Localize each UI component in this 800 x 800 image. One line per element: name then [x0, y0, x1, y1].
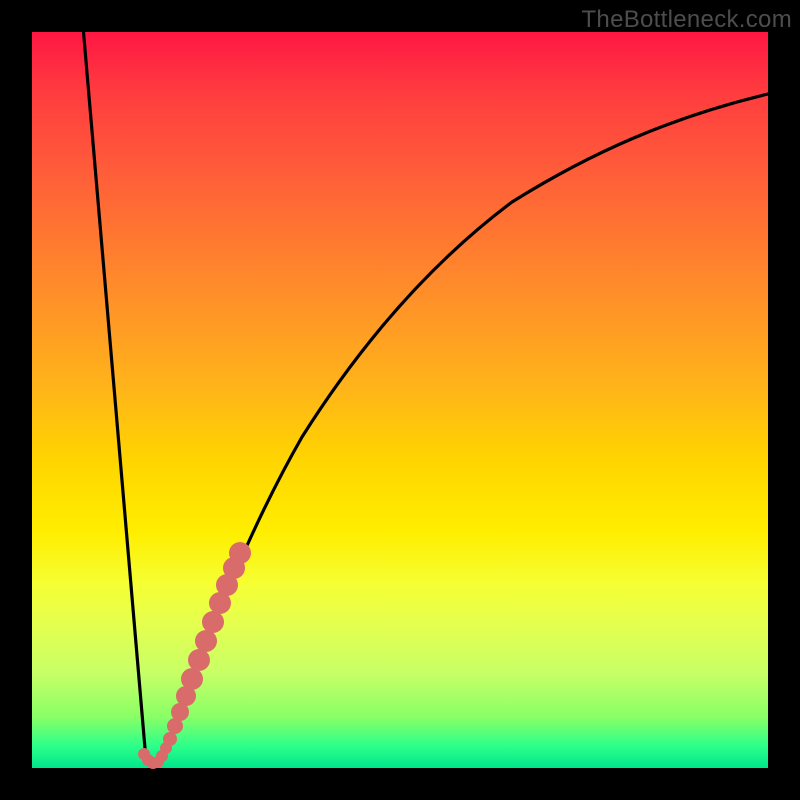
chart-svg — [32, 32, 768, 768]
plot-area — [32, 32, 768, 768]
chart-frame: TheBottleneck.com — [0, 0, 800, 800]
highlight-markers — [138, 542, 251, 769]
watermark-text: TheBottleneck.com — [581, 6, 792, 34]
bottleneck-curve — [84, 32, 769, 764]
